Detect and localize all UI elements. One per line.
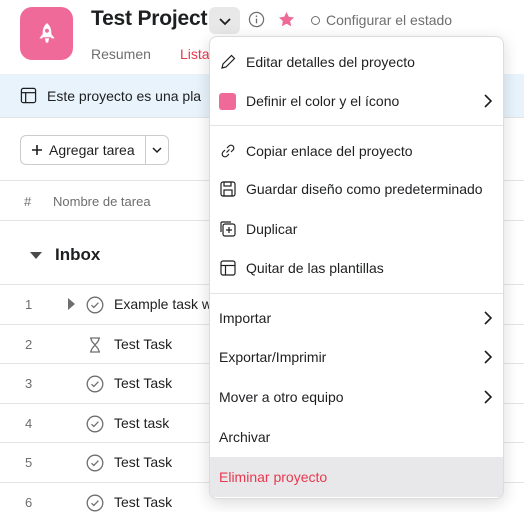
row-number: 5 bbox=[25, 455, 33, 470]
column-header-task-name[interactable]: Nombre de tarea bbox=[53, 194, 151, 209]
add-task-dropdown[interactable] bbox=[146, 136, 168, 164]
project-info-button[interactable] bbox=[248, 11, 265, 33]
menu-divider bbox=[210, 125, 503, 126]
status-label: Configurar el estado bbox=[326, 12, 453, 28]
add-task-label: Agregar tarea bbox=[49, 142, 135, 158]
hourglass-icon[interactable] bbox=[86, 336, 104, 354]
tab-lista[interactable]: Lista bbox=[180, 46, 210, 62]
status-circle-icon bbox=[311, 15, 320, 25]
link-icon bbox=[221, 144, 235, 158]
banner-text: Este proyecto es una pla bbox=[47, 87, 202, 104]
menu-item-copy-link[interactable]: Copiar enlace del proyecto bbox=[210, 132, 503, 170]
chevron-down-icon bbox=[152, 147, 162, 154]
chevron-right-icon bbox=[484, 390, 493, 404]
tab-resumen[interactable]: Resumen bbox=[91, 46, 151, 62]
color-swatch-icon bbox=[219, 93, 236, 110]
row-number: 1 bbox=[25, 297, 33, 312]
menu-item-label: Copiar enlace del proyecto bbox=[246, 143, 413, 159]
task-name[interactable]: Example task w bbox=[114, 296, 212, 312]
project-options-menu: Editar detalles del proyecto Definir el … bbox=[209, 36, 504, 499]
project-icon[interactable] bbox=[20, 7, 73, 60]
row-number: 6 bbox=[25, 495, 33, 510]
chevron-right-icon bbox=[484, 94, 493, 108]
pencil-icon bbox=[221, 54, 236, 69]
duplicate-icon bbox=[220, 221, 236, 237]
project-options-button[interactable] bbox=[209, 7, 240, 34]
menu-item-label: Definir el color y el ícono bbox=[246, 93, 400, 109]
menu-item-label: Importar bbox=[219, 310, 272, 326]
set-status-button[interactable]: Configurar el estado bbox=[311, 12, 452, 28]
check-circle-icon[interactable] bbox=[86, 296, 104, 314]
rocket-icon bbox=[38, 22, 55, 43]
row-number: 4 bbox=[25, 416, 33, 431]
star-icon bbox=[278, 11, 295, 27]
menu-item-label: Quitar de las plantillas bbox=[246, 260, 384, 276]
save-layout-icon bbox=[220, 181, 236, 197]
template-icon bbox=[220, 260, 236, 276]
menu-item-import[interactable]: Importar bbox=[210, 299, 503, 337]
menu-item-label: Archivar bbox=[219, 429, 271, 445]
menu-item-duplicate[interactable]: Duplicar bbox=[210, 210, 503, 248]
template-icon bbox=[20, 87, 37, 104]
project-title[interactable]: Test Project bbox=[91, 7, 207, 31]
collapse-caret-icon[interactable] bbox=[30, 252, 42, 259]
favorite-button[interactable] bbox=[277, 10, 296, 34]
menu-item-remove-template[interactable]: Quitar de las plantillas bbox=[210, 249, 503, 287]
task-name[interactable]: Test Task bbox=[114, 375, 172, 391]
chevron-right-icon bbox=[484, 350, 493, 364]
menu-item-save-layout[interactable]: Guardar diseño como predeterminado bbox=[210, 170, 503, 208]
menu-item-label: Mover a otro equipo bbox=[219, 389, 344, 405]
expand-subtasks-icon[interactable] bbox=[68, 298, 75, 310]
menu-item-label: Guardar diseño como predeterminado bbox=[246, 181, 483, 197]
menu-item-move-team[interactable]: Mover a otro equipo bbox=[210, 378, 503, 416]
menu-item-archive[interactable]: Archivar bbox=[210, 418, 503, 456]
check-circle-icon[interactable] bbox=[86, 375, 104, 393]
menu-item-export-print[interactable]: Exportar/Imprimir bbox=[210, 338, 503, 376]
task-name[interactable]: Test Task bbox=[114, 336, 172, 352]
plus-icon bbox=[32, 145, 42, 155]
add-task-button[interactable]: Agregar tarea bbox=[21, 136, 146, 164]
menu-item-label: Editar detalles del proyecto bbox=[246, 54, 415, 70]
menu-divider bbox=[210, 293, 503, 294]
menu-item-label: Duplicar bbox=[246, 221, 298, 237]
section-title[interactable]: Inbox bbox=[55, 245, 100, 265]
chevron-right-icon bbox=[484, 311, 493, 325]
menu-item-label: Eliminar proyecto bbox=[219, 469, 328, 485]
chevron-down-icon bbox=[218, 17, 231, 25]
row-number: 3 bbox=[25, 376, 33, 391]
menu-item-edit-details[interactable]: Editar detalles del proyecto bbox=[210, 43, 503, 81]
check-circle-icon[interactable] bbox=[86, 454, 104, 472]
info-icon bbox=[248, 11, 265, 28]
row-number: 2 bbox=[25, 337, 33, 352]
check-circle-icon[interactable] bbox=[86, 494, 104, 512]
menu-item-label: Exportar/Imprimir bbox=[219, 349, 327, 365]
menu-item-set-color-icon[interactable]: Definir el color y el ícono bbox=[210, 82, 503, 120]
add-task-button-group: Agregar tarea bbox=[20, 135, 169, 165]
menu-item-delete-project[interactable]: Eliminar proyecto bbox=[210, 457, 503, 497]
task-name[interactable]: Test Task bbox=[114, 494, 172, 510]
check-circle-icon[interactable] bbox=[86, 415, 104, 433]
task-name[interactable]: Test Task bbox=[114, 454, 172, 470]
task-name[interactable]: Test task bbox=[114, 415, 169, 431]
column-header-number: # bbox=[24, 194, 32, 209]
